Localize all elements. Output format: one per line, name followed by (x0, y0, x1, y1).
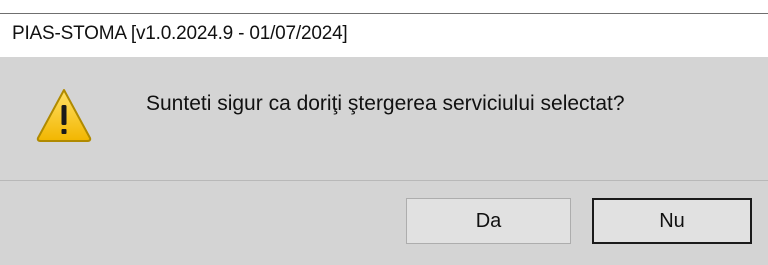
button-bar: Da Nu (0, 181, 768, 265)
no-button[interactable]: Nu (592, 198, 752, 244)
window-title: PIAS-STOMA [v1.0.2024.9 - 01/07/2024] (12, 23, 348, 44)
title-bar[interactable]: PIAS-STOMA [v1.0.2024.9 - 01/07/2024] (0, 14, 768, 57)
message-box-dialog: PIAS-STOMA [v1.0.2024.9 - 01/07/2024] Su… (0, 0, 768, 265)
message-area: Sunteti sigur ca doriţi ştergerea servic… (0, 57, 768, 180)
yes-button[interactable]: Da (406, 198, 571, 244)
warning-icon (36, 89, 92, 142)
window-top-edge (0, 0, 768, 14)
confirmation-message: Sunteti sigur ca doriţi ştergerea servic… (146, 92, 625, 115)
